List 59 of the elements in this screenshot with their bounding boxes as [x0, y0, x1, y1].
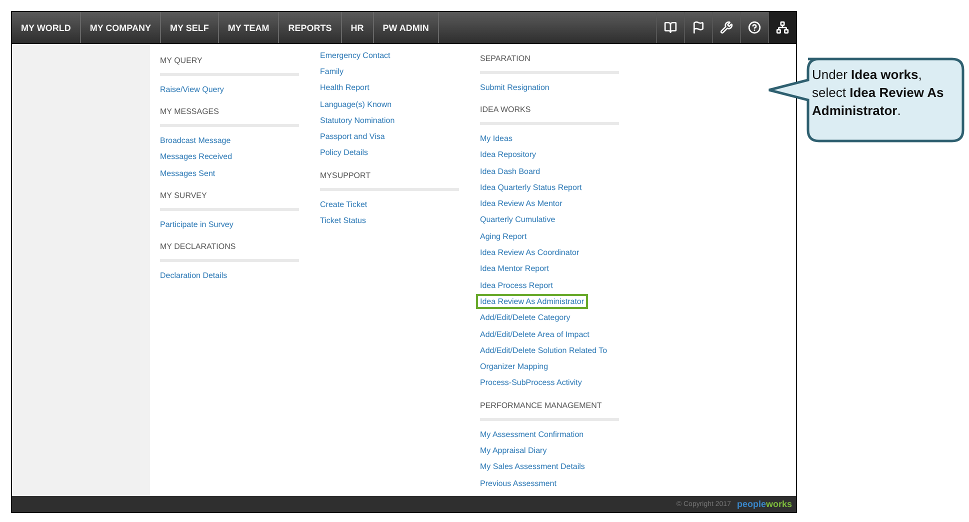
- menu-link[interactable]: Ticket Status: [316, 213, 370, 228]
- section-heading: MY SURVEY: [160, 188, 299, 212]
- nav-item[interactable]: REPORTS: [279, 12, 342, 43]
- nav-item[interactable]: MY TEAM: [218, 12, 280, 43]
- nav-item[interactable]: MY SELF: [161, 12, 219, 43]
- menu-link[interactable]: Create Ticket: [316, 196, 372, 212]
- menu-link[interactable]: Add/Edit/Delete Solution Related To: [476, 342, 612, 358]
- brand-logo: peopleworks: [736, 499, 792, 509]
- menu-link[interactable]: Idea Process Report: [476, 278, 557, 293]
- nav-item[interactable]: HR: [342, 12, 374, 43]
- wrench-icon: [720, 21, 733, 34]
- section-heading: MYSUPPORT: [320, 168, 459, 192]
- menu-link[interactable]: Idea Dash Board: [476, 164, 544, 179]
- flag-icon: [692, 21, 705, 34]
- menu-link[interactable]: Idea Mentor Report: [476, 261, 553, 276]
- section-heading: PERFORMANCE MANAGEMENT: [480, 398, 619, 422]
- section-heading: MY QUERY: [160, 53, 299, 76]
- menu-link[interactable]: Passport and Visa: [316, 129, 389, 144]
- section-heading: MY DECLARATIONS: [160, 239, 299, 262]
- menu-link[interactable]: Messages Received: [156, 149, 236, 164]
- hierarchy-icon: [776, 21, 789, 34]
- menu-link[interactable]: Idea Quarterly Status Report: [476, 180, 586, 195]
- menu-link[interactable]: My Sales Assessment Details: [476, 459, 589, 474]
- menu-link[interactable]: Health Report: [316, 80, 374, 96]
- book-icon: [664, 21, 677, 34]
- menu-link[interactable]: Family: [316, 64, 348, 79]
- menu-link[interactable]: Add/Edit/Delete Area of Impact: [476, 326, 594, 342]
- hierarchy-button[interactable]: [768, 12, 796, 43]
- nav-item[interactable]: MY WORLD: [12, 12, 81, 43]
- menu-link[interactable]: Participate in Survey: [156, 216, 238, 232]
- menu-link[interactable]: Idea Review As Coordinator: [476, 245, 584, 260]
- menu-link[interactable]: Policy Details: [316, 145, 372, 160]
- menu-link[interactable]: Idea Repository: [476, 147, 540, 162]
- menu-link[interactable]: Aging Report: [476, 228, 531, 244]
- menu-link[interactable]: Quarterly Cumulative: [476, 212, 560, 228]
- menu-link[interactable]: Submit Resignation: [476, 80, 554, 95]
- menu-link[interactable]: Messages Sent: [156, 166, 220, 181]
- menu-link[interactable]: Organizer Mapping: [476, 359, 552, 374]
- menu-link[interactable]: Idea Review As Mentor: [476, 196, 566, 212]
- menu-link[interactable]: Raise/View Query: [156, 82, 228, 97]
- section-heading: IDEA WORKS: [480, 102, 619, 126]
- menu-link[interactable]: Declaration Details: [156, 268, 232, 284]
- menu-link[interactable]: My Assessment Confirmation: [476, 426, 588, 442]
- menu-link[interactable]: Broadcast Message: [156, 132, 235, 148]
- menu-link[interactable]: Previous Assessment: [476, 476, 560, 491]
- section-heading: SEPARATION: [480, 51, 619, 74]
- nav-item[interactable]: MY COMPANY: [80, 12, 162, 43]
- menu-link[interactable]: My Ideas: [476, 130, 516, 146]
- help-icon: [748, 21, 761, 34]
- menu-link[interactable]: Process-SubProcess Activity: [476, 375, 586, 390]
- section-heading: MY MESSAGES: [160, 104, 299, 128]
- menu-link[interactable]: Add/Edit/Delete Category: [476, 310, 574, 326]
- menu-link[interactable]: Idea Review As Administrator: [476, 294, 588, 309]
- nav-item[interactable]: PW ADMIN: [374, 12, 439, 43]
- menu-link[interactable]: Emergency Contact: [316, 48, 394, 63]
- menu-link[interactable]: Language(s) Known: [316, 96, 396, 112]
- menu-link[interactable]: My Appraisal Diary: [476, 442, 551, 458]
- callout-text: Under Idea works, select Idea Review As Administrator.: [812, 66, 945, 120]
- menu-link[interactable]: Statutory Nomination: [316, 112, 399, 128]
